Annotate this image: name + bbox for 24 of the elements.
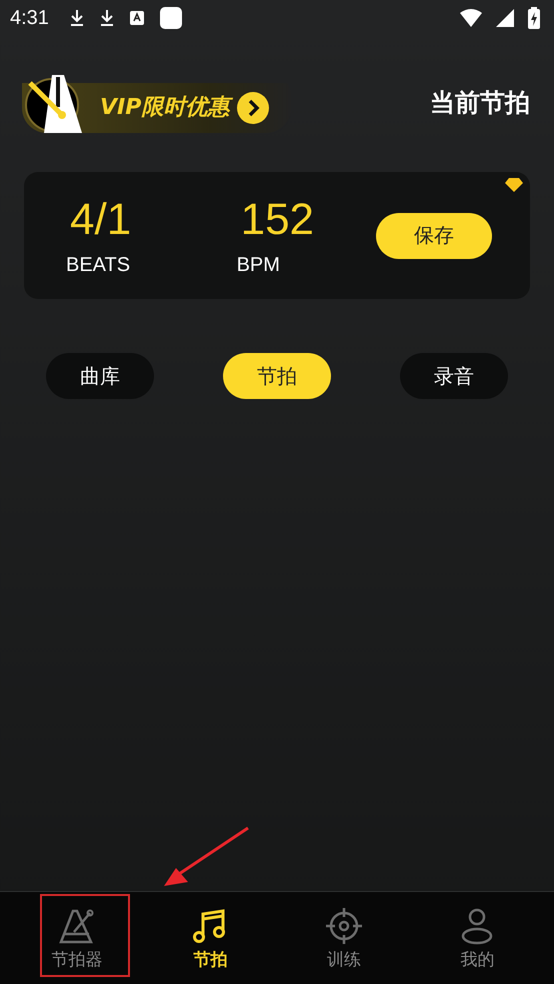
nav-tab[interactable]: 我的 bbox=[427, 892, 528, 984]
stat-value: 4/1 bbox=[70, 194, 132, 246]
save-button[interactable]: 保存 bbox=[376, 212, 492, 258]
nav-tab[interactable]: 节拍器 bbox=[26, 892, 127, 984]
download-icon bbox=[98, 9, 115, 27]
mode-tab[interactable]: 录音 bbox=[400, 353, 508, 399]
stat-value: 152 bbox=[240, 194, 314, 246]
chevron-right-icon bbox=[237, 92, 270, 124]
app-icon bbox=[158, 6, 183, 30]
nav-tab[interactable]: 训练 bbox=[294, 892, 394, 984]
signal-icon bbox=[496, 9, 514, 27]
status-time: 4:31 bbox=[10, 6, 49, 30]
stat-label: BPM bbox=[236, 254, 280, 277]
diamond-icon bbox=[505, 178, 523, 192]
mode-tab[interactable]: 节拍 bbox=[223, 353, 331, 399]
battery-icon bbox=[528, 7, 540, 29]
stat-label: BEATS bbox=[66, 254, 130, 277]
target-icon bbox=[324, 906, 364, 946]
page-title: 当前节拍 bbox=[430, 86, 530, 118]
notification-icon bbox=[128, 10, 145, 26]
wifi-icon bbox=[460, 9, 482, 27]
download-icon bbox=[68, 9, 85, 27]
mode-tab[interactable]: 曲库 bbox=[46, 353, 154, 399]
nav-tab[interactable]: 节拍 bbox=[160, 892, 260, 984]
